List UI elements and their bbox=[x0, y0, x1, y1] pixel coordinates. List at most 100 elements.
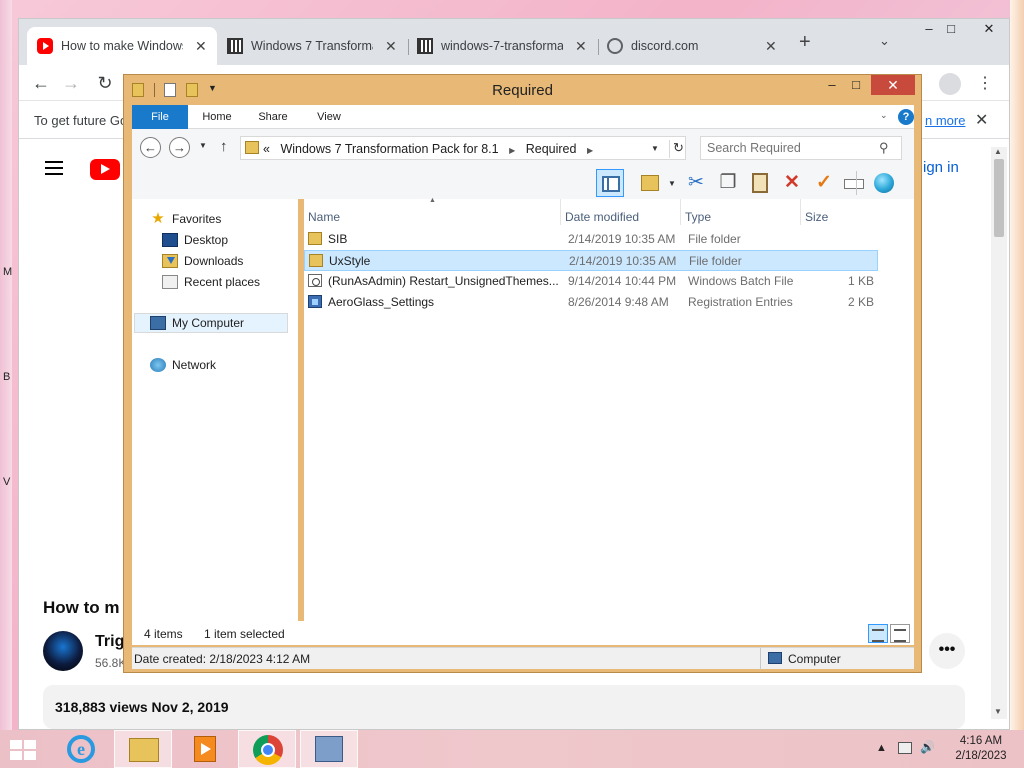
page-scrollbar[interactable]: ▲ ▼ bbox=[991, 147, 1007, 719]
scroll-up-icon[interactable]: ▲ bbox=[994, 147, 1002, 156]
chevron-down-icon[interactable]: ▼ bbox=[651, 144, 659, 153]
copy-button[interactable]: ❐ bbox=[714, 169, 742, 197]
description-box[interactable]: 318,883 views Nov 2, 2019 bbox=[43, 685, 965, 729]
new-tab-button[interactable]: + bbox=[799, 31, 811, 54]
taskbar-media-player[interactable] bbox=[176, 730, 234, 768]
tab-windows7-transformation[interactable]: Windows 7 Transformat ✕ bbox=[217, 27, 407, 65]
explorer-title-bar[interactable]: ▼ Required – □ ✕ bbox=[124, 75, 921, 105]
reload-button[interactable]: ↻ bbox=[93, 71, 117, 95]
channel-avatar[interactable] bbox=[43, 631, 83, 671]
close-window-button[interactable]: ✕ bbox=[969, 19, 1009, 39]
forward-button[interactable]: → bbox=[169, 137, 190, 158]
back-button[interactable]: ← bbox=[140, 137, 161, 158]
tab-strip: How to make Windows ✕ Windows 7 Transfor… bbox=[19, 19, 1009, 65]
ribbon-tab-home[interactable]: Home bbox=[192, 105, 242, 129]
menu-icon[interactable] bbox=[45, 161, 63, 175]
search-box[interactable]: ⚲ bbox=[700, 136, 902, 160]
nav-recent-places[interactable]: Recent places bbox=[162, 272, 260, 292]
tab-windows7-transformation-2[interactable]: windows-7-transformat ✕ bbox=[407, 27, 597, 65]
search-input[interactable] bbox=[707, 141, 877, 155]
breadcrumb-item[interactable]: Required bbox=[526, 142, 577, 156]
tab-discord[interactable]: discord.com ✕ bbox=[597, 27, 787, 65]
delete-button[interactable]: ✕ bbox=[778, 169, 806, 197]
show-hidden-icons[interactable]: ▲ bbox=[876, 742, 887, 754]
channel-name[interactable]: Trig bbox=[95, 633, 124, 651]
tab-search-button[interactable]: ⌄ bbox=[879, 33, 890, 49]
taskbar-setup[interactable] bbox=[300, 730, 358, 768]
breadcrumb-overflow[interactable]: « bbox=[263, 142, 270, 156]
maximize-button[interactable]: □ bbox=[931, 19, 971, 39]
close-tab-icon[interactable]: ✕ bbox=[765, 38, 777, 55]
scroll-down-icon[interactable]: ▼ bbox=[994, 707, 1002, 716]
preview-pane-button[interactable] bbox=[596, 169, 624, 197]
column-header-date[interactable]: Date modified bbox=[561, 199, 679, 225]
help-icon[interactable]: ? bbox=[898, 109, 914, 125]
nav-favorites[interactable]: ★ Favorites bbox=[150, 209, 221, 229]
chevron-right-icon[interactable]: ▶ bbox=[509, 146, 515, 155]
nav-network[interactable]: Network bbox=[150, 355, 216, 375]
properties-button[interactable] bbox=[840, 169, 868, 197]
details-separator bbox=[760, 648, 761, 670]
desktop-left-edge: M B V bbox=[0, 0, 12, 730]
expand-ribbon-icon[interactable]: ⌄ bbox=[880, 110, 888, 121]
taskbar-file-explorer[interactable] bbox=[114, 730, 172, 768]
explorer-minimize-button[interactable]: – bbox=[820, 75, 844, 95]
nav-downloads[interactable]: Downloads bbox=[162, 251, 243, 271]
rename-button[interactable]: ✓ bbox=[810, 169, 838, 197]
chrome-menu-button[interactable]: ⋮ bbox=[977, 73, 993, 93]
file-date: 8/26/2014 9:48 AM bbox=[568, 295, 669, 309]
nav-desktop[interactable]: Desktop bbox=[162, 230, 228, 250]
breadcrumb-item[interactable]: Windows 7 Transformation Pack for 8.1 bbox=[280, 142, 498, 156]
file-row[interactable]: AeroGlass_Settings 8/26/2014 9:48 AM Reg… bbox=[304, 292, 878, 313]
explorer-maximize-button[interactable]: □ bbox=[844, 75, 868, 95]
clock[interactable]: 4:16 AM 2/18/2023 bbox=[948, 734, 1014, 764]
profile-avatar[interactable] bbox=[939, 73, 961, 95]
column-header-name[interactable]: Name bbox=[304, 199, 559, 225]
ribbon-tab-file[interactable]: File bbox=[132, 105, 188, 129]
close-infobar-button[interactable]: ✕ bbox=[975, 110, 988, 130]
file-row[interactable]: SIB 2/14/2019 10:35 AM File folder bbox=[304, 229, 878, 250]
details-view-button[interactable] bbox=[868, 624, 888, 643]
new-folder-button[interactable] bbox=[636, 169, 664, 197]
desktop-edge-label: V bbox=[3, 476, 11, 488]
bank-icon bbox=[227, 38, 243, 54]
youtube-logo-icon[interactable] bbox=[90, 159, 120, 180]
network-button[interactable] bbox=[870, 169, 898, 197]
close-tab-icon[interactable]: ✕ bbox=[385, 38, 397, 55]
start-button[interactable] bbox=[10, 740, 38, 760]
ribbon-tab-share[interactable]: Share bbox=[248, 105, 298, 129]
ribbon-tab-view[interactable]: View bbox=[304, 105, 354, 129]
video-title: How to m bbox=[43, 598, 120, 617]
cut-button[interactable]: ✂ bbox=[682, 169, 710, 197]
recent-locations-icon[interactable]: ▼ bbox=[199, 141, 207, 150]
column-header-type[interactable]: Type bbox=[681, 199, 799, 225]
setup-icon bbox=[315, 736, 343, 762]
learn-more-link[interactable]: n more bbox=[925, 113, 965, 128]
network-status-icon[interactable] bbox=[898, 742, 912, 754]
search-icon[interactable]: ⚲ bbox=[879, 140, 889, 156]
scrollbar-thumb[interactable] bbox=[994, 159, 1004, 237]
refresh-icon[interactable]: ↻ bbox=[669, 140, 687, 158]
chevron-right-icon[interactable]: ▶ bbox=[587, 146, 593, 155]
chevron-down-icon[interactable]: ▼ bbox=[668, 179, 676, 188]
paste-button[interactable] bbox=[746, 169, 774, 197]
back-button[interactable]: ← bbox=[29, 71, 53, 95]
up-button[interactable]: ↑ bbox=[220, 138, 228, 155]
close-tab-icon[interactable]: ✕ bbox=[575, 38, 587, 55]
file-type: File folder bbox=[689, 254, 742, 268]
large-icons-view-button[interactable] bbox=[890, 624, 910, 643]
nav-my-computer[interactable]: My Computer bbox=[134, 313, 288, 333]
tab-youtube[interactable]: How to make Windows ✕ bbox=[27, 27, 217, 65]
file-row-selected[interactable]: UxStyle 2/14/2019 10:35 AM File folder bbox=[304, 250, 878, 271]
taskbar-internet-explorer[interactable]: e bbox=[52, 730, 110, 768]
explorer-close-button[interactable]: ✕ bbox=[871, 75, 915, 95]
address-bar[interactable]: « Windows 7 Transformation Pack for 8.1 … bbox=[240, 136, 686, 160]
sign-in-button[interactable]: ign in bbox=[923, 159, 959, 176]
more-actions-button[interactable]: ••• bbox=[929, 633, 965, 669]
volume-icon[interactable]: 🔊 bbox=[920, 740, 935, 754]
taskbar-google-chrome[interactable] bbox=[238, 730, 296, 768]
forward-button[interactable]: → bbox=[59, 71, 83, 95]
close-tab-icon[interactable]: ✕ bbox=[195, 38, 207, 55]
file-row[interactable]: (RunAsAdmin) Restart_UnsignedThemes... 9… bbox=[304, 271, 878, 292]
column-header-size[interactable]: Size bbox=[801, 199, 877, 225]
